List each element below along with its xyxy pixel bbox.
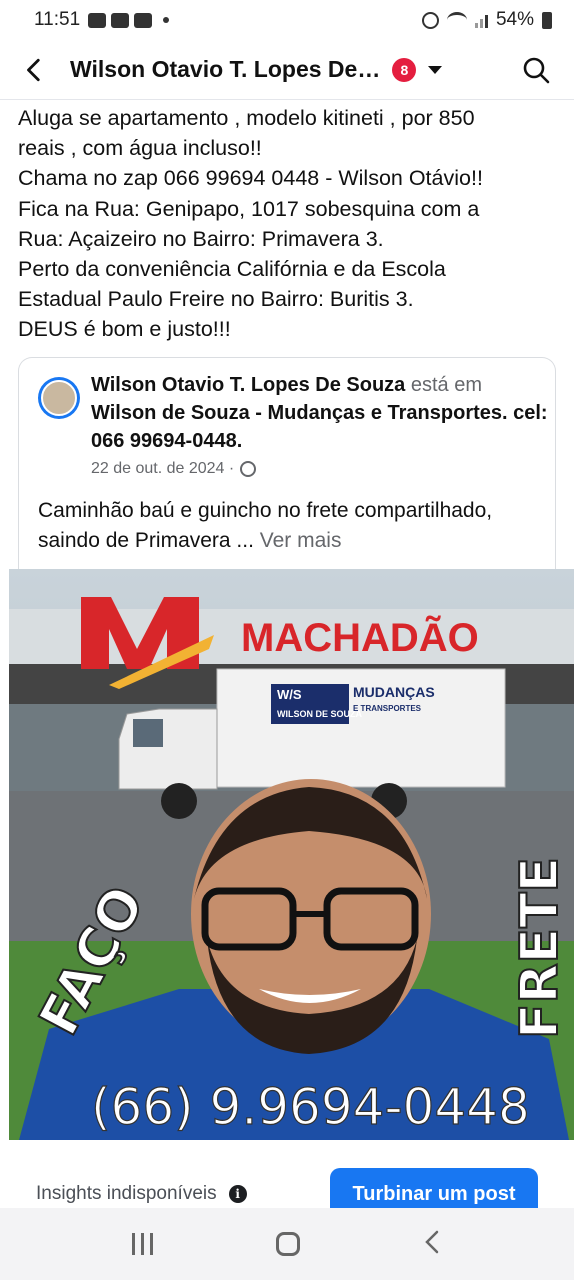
shared-post-card[interactable]: Wilson Otavio T. Lopes De Souza está em … <box>18 357 556 569</box>
post-line: Estadual Paulo Freire no Bairro: Buritis… <box>18 287 414 312</box>
truck-subtext: E TRANSPORTES <box>353 704 422 713</box>
post-line: Rua: Açaizeiro no Bairro: Primavera 3. <box>18 226 384 251</box>
avatar[interactable] <box>38 377 80 419</box>
store-sign-text: MACHADÃO <box>241 614 479 660</box>
shared-post-header: Wilson Otavio T. Lopes De Souza está em … <box>91 371 549 455</box>
post-date: 22 de out. de 2024 · <box>91 460 257 478</box>
chevron-left-icon <box>27 58 40 81</box>
caret-down-icon[interactable] <box>428 65 443 74</box>
truck-text: MUDANÇAS <box>353 684 435 700</box>
truck-logo-name: WILSON DE SOUZA <box>277 709 362 719</box>
clock: 11:51 <box>34 9 81 30</box>
post-text: Aluga se apartamento , modelo kitineti ,… <box>18 103 558 345</box>
status-bar: 11:51 54% <box>0 0 574 40</box>
photo-illustration: MACHADÃO W/S WILSON DE SOUZA MUDANÇAS E … <box>9 569 574 1140</box>
globe-icon <box>240 461 257 477</box>
battery-icon <box>542 11 552 29</box>
insights-status: Insights indisponíveis i <box>36 1183 247 1205</box>
right-overlay-text: FRETE <box>510 857 570 1039</box>
post-photo[interactable]: MACHADÃO W/S WILSON DE SOUZA MUDANÇAS E … <box>9 569 574 1140</box>
more-notifications-icon <box>163 17 170 23</box>
youtube-icon <box>111 12 130 28</box>
app-header: Wilson Otavio T. Lopes De… 8 <box>0 40 574 100</box>
system-navbar <box>0 1208 574 1280</box>
post-line: Aluga se apartamento , modelo kitineti ,… <box>18 106 475 130</box>
post-line: DEUS é bom e justo!!! <box>18 317 231 342</box>
post-line: Perto da conveniência Califórnia e da Es… <box>18 257 446 282</box>
chevron-left-icon <box>424 1230 438 1253</box>
shared-post-body: Caminhão baú e guincho no frete comparti… <box>38 496 548 556</box>
info-icon[interactable]: i <box>228 1185 247 1203</box>
system-back-button[interactable] <box>423 1230 443 1259</box>
page-title[interactable]: Wilson Otavio T. Lopes De… <box>70 56 380 83</box>
search-icon <box>523 57 550 83</box>
back-button[interactable] <box>0 40 70 100</box>
signal-icon <box>474 13 488 28</box>
place-name[interactable]: Wilson de Souza - Mudanças e Transportes… <box>91 402 548 452</box>
wifi-icon <box>446 12 467 28</box>
alarm-icon <box>421 11 439 29</box>
youtube-icon <box>134 12 153 28</box>
truck-logo-mark: W/S <box>277 687 302 702</box>
insights-label: Insights indisponíveis <box>36 1183 217 1204</box>
battery-level: 54% <box>495 9 534 30</box>
recent-apps-button[interactable] <box>131 1233 153 1255</box>
verb-text: está em <box>405 374 483 396</box>
notification-icons <box>88 12 170 28</box>
date-text: 22 de out. de 2024 · <box>91 460 235 477</box>
post-line: reais , com água incluso!! <box>18 136 262 161</box>
gallery-icon <box>88 12 107 28</box>
author-name[interactable]: Wilson Otavio T. Lopes De Souza <box>91 374 405 396</box>
search-button[interactable] <box>520 54 552 86</box>
notification-badge[interactable]: 8 <box>392 57 417 82</box>
home-button[interactable] <box>275 1232 300 1256</box>
phone-overlay-text: (66) 9.9694-0448 <box>91 1078 530 1136</box>
post-line: Chama no zap 066 99694 0448 - Wilson Otá… <box>18 166 483 191</box>
see-more-link[interactable]: Ver mais <box>260 529 342 552</box>
post-line: Fica na Rua: Genipapo, 1017 sobesquina c… <box>18 196 480 221</box>
